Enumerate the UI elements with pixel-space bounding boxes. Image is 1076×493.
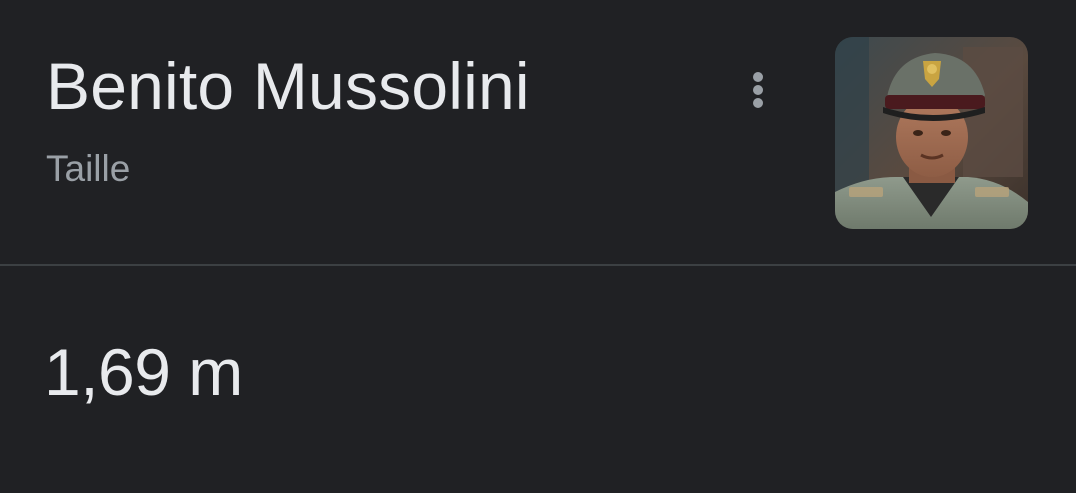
more-vert-icon-dot [753, 98, 763, 108]
more-options-button[interactable] [734, 66, 782, 114]
answer-value: 1,69 m [44, 335, 243, 409]
more-vert-icon-dot [753, 85, 763, 95]
more-vert-icon [753, 72, 763, 82]
divider [0, 264, 1076, 266]
knowledge-card: Benito Mussolini Taille 1,69 m [0, 0, 1076, 493]
entity-thumbnail[interactable] [835, 37, 1028, 229]
attribute-label: Taille [46, 148, 131, 189]
card-header: Benito Mussolini Taille [0, 0, 1076, 265]
portrait-image [835, 37, 1028, 229]
entity-title[interactable]: Benito Mussolini [46, 50, 530, 122]
